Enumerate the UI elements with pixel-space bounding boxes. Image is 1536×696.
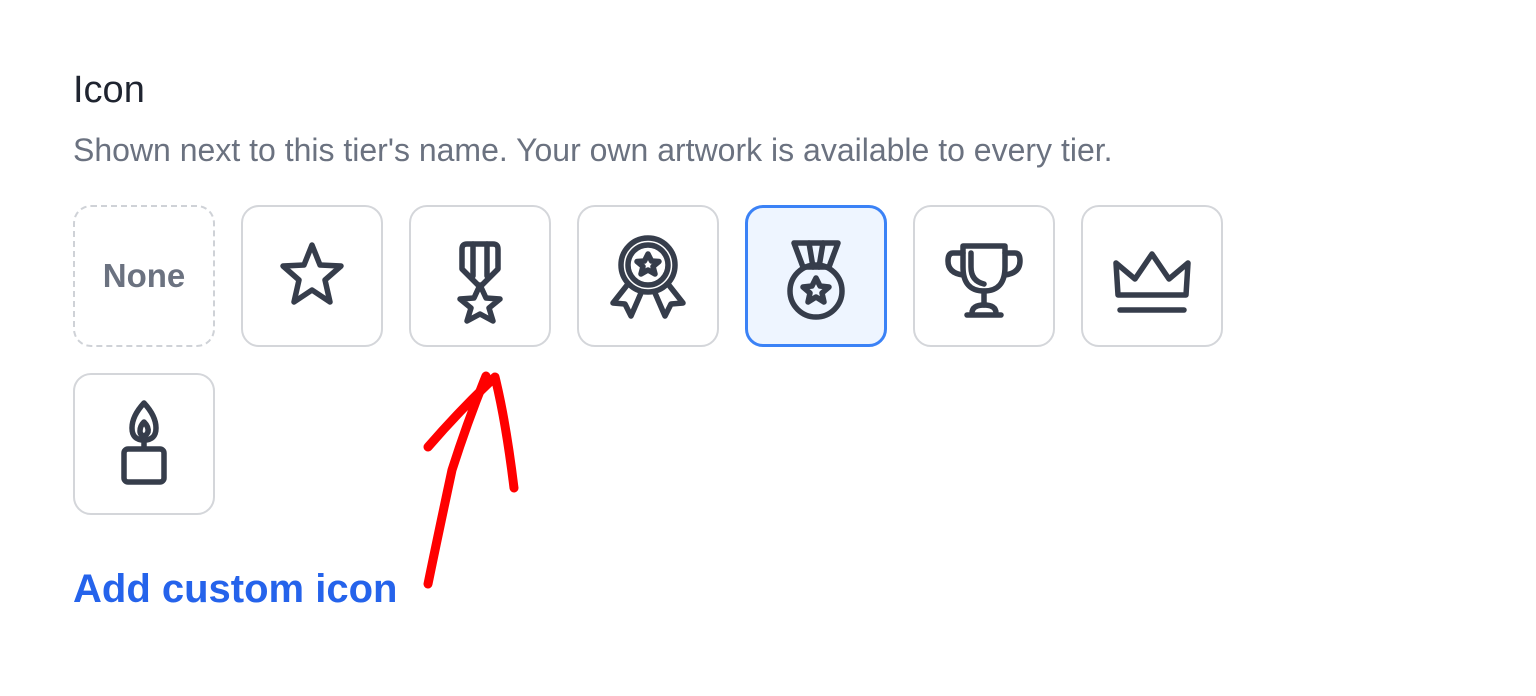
award-rosette-icon [610, 235, 686, 319]
icon-option-award-rosette[interactable] [577, 205, 719, 347]
icon-option-star[interactable] [241, 205, 383, 347]
icon-option-medal[interactable] [745, 205, 887, 347]
medal-icon [787, 240, 845, 320]
trophy-icon [945, 243, 1023, 318]
icon-option-ribbon-medal[interactable] [409, 205, 551, 347]
crown-icon [1113, 251, 1191, 313]
icon-field-header: Icon Shown next to this tier's name. You… [73, 66, 1473, 170]
icon-option-crown[interactable] [1081, 205, 1223, 347]
ribbon-star-medal-icon [457, 241, 503, 324]
icon-picker-grid: None [73, 205, 1273, 515]
icon-option-none[interactable]: None [73, 205, 215, 347]
field-label: Icon [73, 69, 145, 111]
none-label: None [102, 257, 186, 294]
field-description: Shown next to this tier's name. Your own… [73, 132, 1113, 168]
candle-icon [121, 400, 167, 485]
star-icon [280, 242, 344, 305]
icon-option-trophy[interactable] [913, 205, 1055, 347]
icon-option-candle[interactable] [73, 373, 215, 515]
add-custom-icon-link[interactable]: Add custom icon [73, 566, 397, 612]
